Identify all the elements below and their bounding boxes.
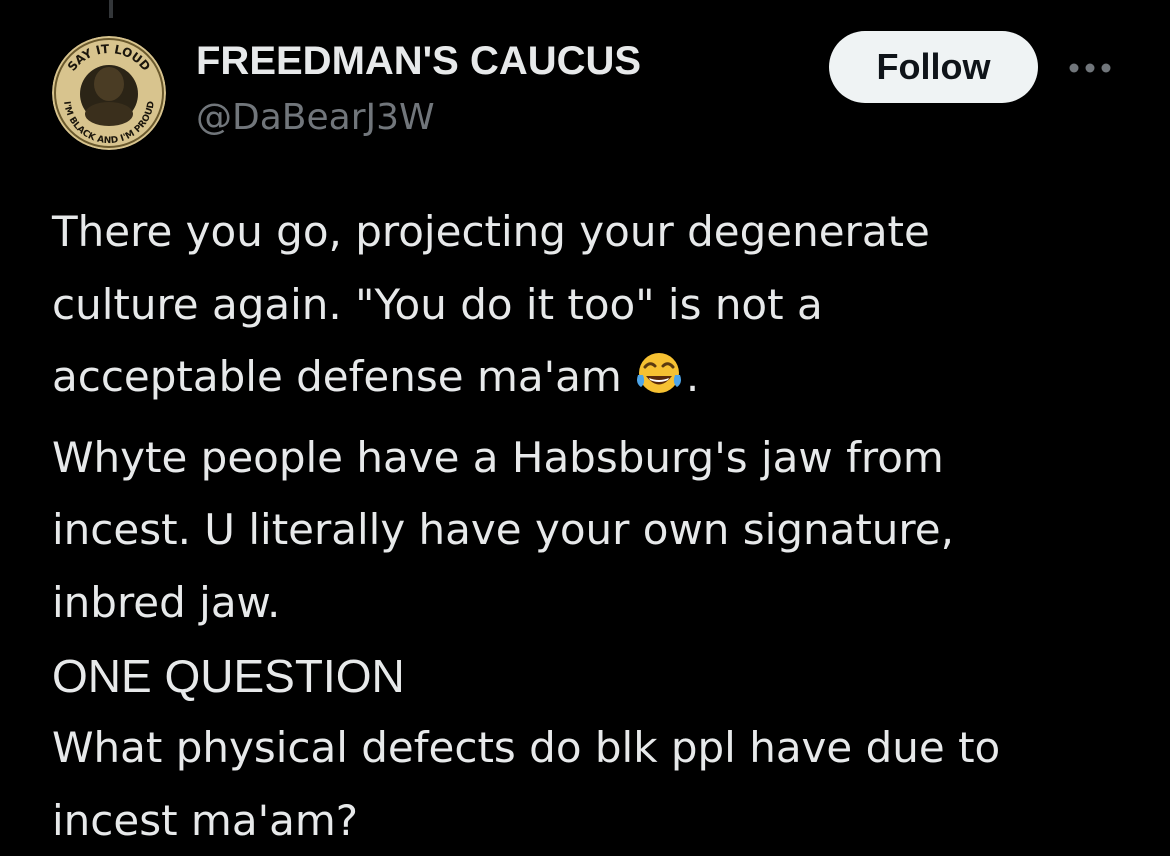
tweet-line: culture again. "You do it too" is not a (52, 279, 823, 329)
tweet-line: incest ma'am? (52, 795, 359, 845)
tweet-line-with-emoji: acceptable defense ma'am . (52, 341, 1152, 422)
tweet-line: ONE QUESTION (52, 649, 405, 702)
tweet-line: inbred jaw. (52, 577, 281, 627)
avatar-badge-image: SAY IT LOUD I'M BLACK AND I'M PROUD (52, 36, 166, 150)
more-options-button[interactable] (1062, 52, 1118, 84)
thread-connector-line (109, 0, 113, 18)
tweet-line: What physical defects do blk ppl have du… (52, 723, 1001, 773)
follow-button[interactable]: Follow (829, 31, 1038, 103)
author-display-name[interactable]: FREEDMAN'S CAUCUS (196, 38, 641, 84)
tweet-line: Whyte people have a Habsburg's jaw from (52, 432, 944, 482)
tweet-line-text: acceptable defense ma'am (52, 352, 622, 402)
author-handle[interactable]: @DaBearJ3W (196, 96, 435, 140)
tweet-line: There you go, projecting your degenerate (52, 207, 930, 256)
more-horizontal-icon (1069, 63, 1111, 73)
avatar[interactable]: SAY IT LOUD I'M BLACK AND I'M PROUD (52, 36, 166, 150)
tears-of-joy-emoji-icon (634, 349, 684, 422)
tweet-text: There you go, projecting your degenerate… (52, 196, 1152, 856)
tweet-line: incest. U literally have your own signat… (52, 505, 954, 555)
tweet-period: . (685, 352, 700, 402)
